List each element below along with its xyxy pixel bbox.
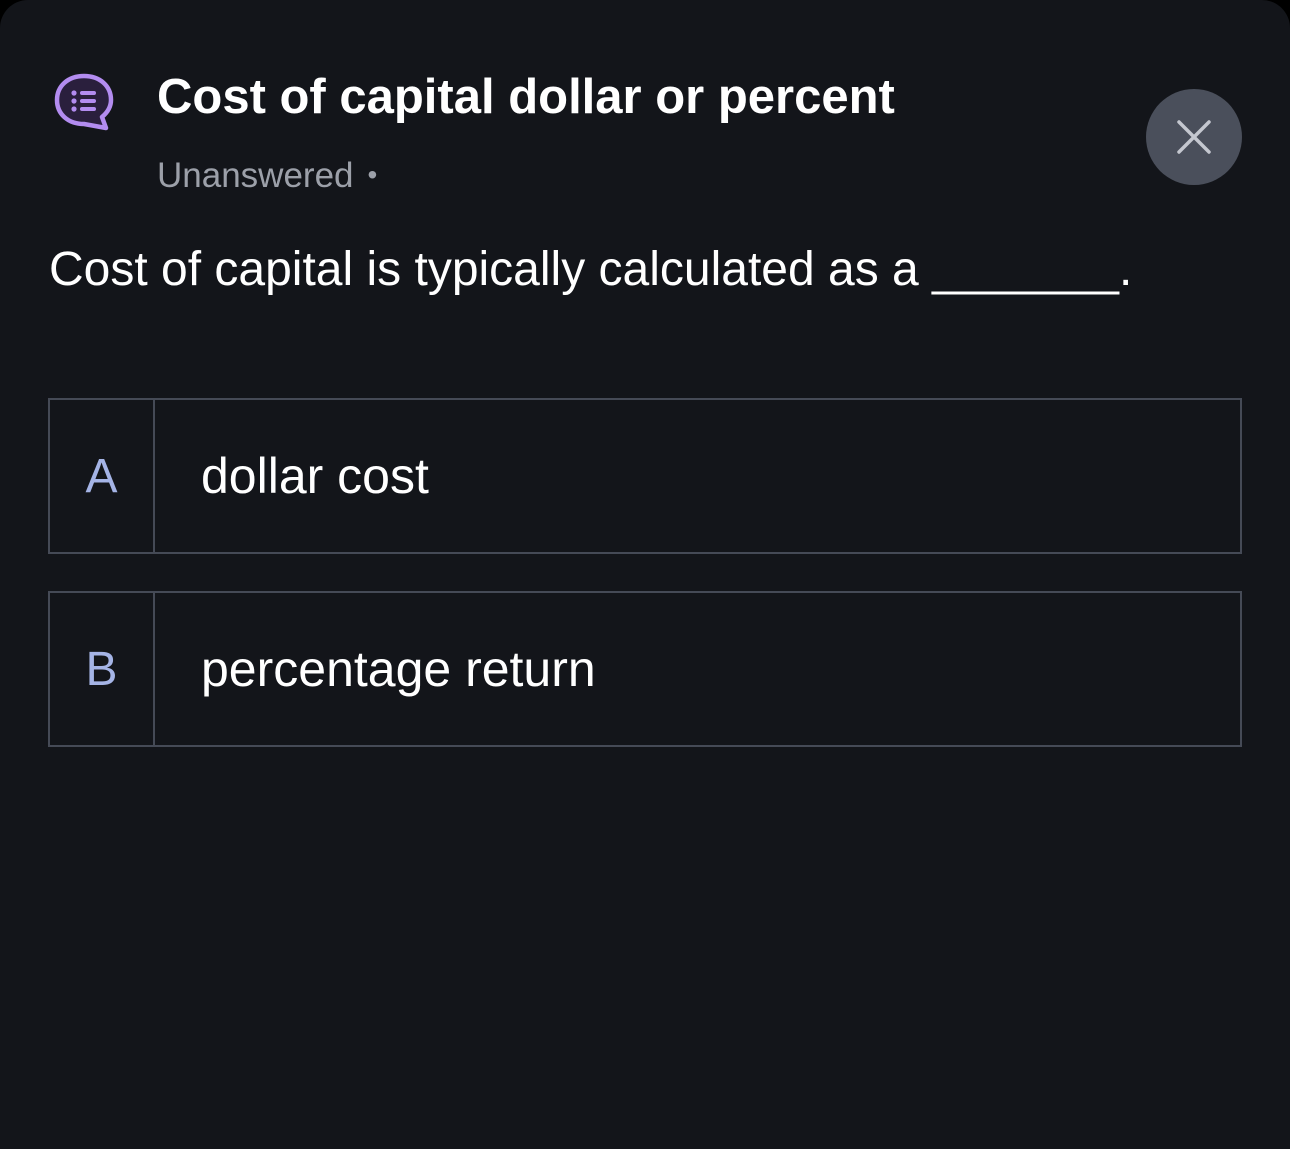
option-letter: B — [50, 593, 155, 745]
status-line: Unanswered • — [157, 154, 377, 197]
status-text: Unanswered — [157, 156, 354, 195]
close-button[interactable] — [1146, 89, 1242, 185]
option-b[interactable]: B percentage return — [48, 591, 1242, 747]
option-text: dollar cost — [201, 448, 429, 504]
option-text: percentage return — [201, 641, 596, 697]
chat-list-icon — [52, 70, 116, 134]
option-letter: A — [50, 400, 155, 552]
question-sheet: Cost of capital dollar or percent Unansw… — [0, 0, 1290, 1149]
close-icon — [1177, 120, 1211, 154]
option-a[interactable]: A dollar cost — [48, 398, 1242, 554]
page-title: Cost of capital dollar or percent — [157, 70, 895, 124]
question-text: Cost of capital is typically calculated … — [49, 243, 1133, 296]
status-separator: • — [367, 159, 378, 190]
